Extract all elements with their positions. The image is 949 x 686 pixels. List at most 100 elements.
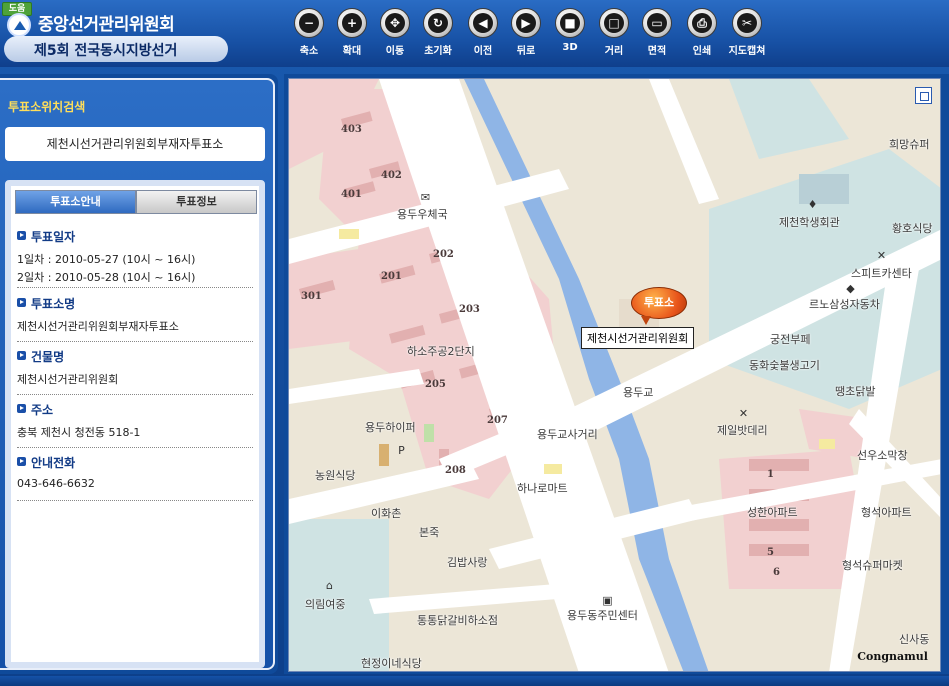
block-number: 203 — [459, 304, 480, 315]
toolbar-button-zoom-in[interactable]: + 확대 — [331, 8, 373, 57]
public-office-icon: ▣ — [602, 594, 613, 607]
zoom-out-icon: − — [294, 8, 324, 38]
block-number: 205 — [425, 379, 446, 390]
map-label: 용두동주민센터 — [567, 609, 638, 622]
zoom-in-icon: + — [337, 8, 367, 38]
forward-icon-glyph: ▶ — [516, 13, 536, 33]
map-label: 이화촌 — [371, 507, 402, 520]
map-label: 궁전부페 — [770, 333, 811, 346]
map-label: 형석아파트 — [861, 506, 912, 519]
zoom-out-icon-glyph: − — [299, 13, 319, 33]
map-overview-button[interactable] — [915, 87, 932, 104]
toolbar-button-label: 인쇄 — [692, 46, 712, 57]
map-label: 제천학생회관 — [779, 216, 840, 229]
reset-icon-glyph: ↻ — [428, 13, 448, 33]
bottom-bar — [0, 676, 949, 686]
section-address: 주소 충북 제천시 청전동 518-1 — [17, 401, 253, 440]
map-label: 김밥사랑 — [447, 556, 488, 569]
bullet-icon — [17, 404, 26, 413]
block-number: 403 — [341, 124, 362, 135]
section-title: 투표소명 — [17, 295, 253, 312]
toolbar-button-zoom-out[interactable]: − 축소 — [288, 8, 330, 57]
toolbar-button-label: 초기화 — [424, 46, 452, 57]
toolbar-button-back[interactable]: ◀ 이전 — [462, 8, 504, 57]
map-label: 용두하이퍼 — [365, 421, 416, 434]
parking-icon: P — [398, 444, 405, 457]
toolbar-button-move[interactable]: ✥ 이동 — [374, 8, 416, 57]
distance-icon-glyph: □ — [604, 13, 624, 33]
print-icon: ⎙ — [687, 8, 717, 38]
block-number: 301 — [301, 291, 322, 302]
toolbar-button-label: 거리 — [604, 46, 624, 57]
block-number: 201 — [381, 271, 402, 282]
map-label: 용두교 — [623, 386, 654, 399]
search-result-box[interactable]: 제천시선거관리위원회부재자투표소 — [5, 127, 265, 161]
divider — [17, 287, 253, 288]
3d-icon: ■ — [555, 8, 585, 38]
divider — [17, 341, 253, 342]
divider — [17, 500, 253, 501]
nec-logo-icon — [7, 13, 31, 37]
map-label: 본죽 — [419, 526, 440, 539]
section-value: 충북 제천시 청전동 518-1 — [17, 426, 141, 439]
section-value: 2일차 : 2010-05-28 (10시 ~ 16시) — [17, 271, 196, 284]
map-label: 동화숯불생고기 — [749, 359, 820, 372]
side-panel-inner: 투표소위치검색 제천시선거관리위원회부재자투표소 투표소안내 투표정보 투표일자… — [0, 78, 275, 670]
map-label: 제일밧데리 — [717, 424, 768, 437]
back-icon-glyph: ◀ — [473, 13, 493, 33]
zoom-in-icon-glyph: + — [342, 13, 362, 33]
map-label: 용두우체국 — [397, 208, 448, 221]
school-icon: ♦ — [807, 198, 818, 211]
map-label: 하소주공2단지 — [407, 345, 475, 358]
section-value: 043-646-6632 — [17, 477, 95, 490]
header: 도움 중앙선거관리위원회 제5회 전국동시지방선거 − 축소 + 확대 ✥ 이동 ↻ 초기화 ◀… — [0, 0, 949, 67]
block-number: 202 — [433, 249, 454, 260]
map-label: 스피트카센타 — [851, 267, 912, 280]
bullet-icon — [17, 351, 26, 360]
app-window: 도움 중앙선거관리위원회 제5회 전국동시지방선거 − 축소 + 확대 ✥ 이동 ↻ 초기화 ◀… — [0, 0, 949, 686]
forward-icon: ▶ — [511, 8, 541, 38]
map-background — [289, 79, 940, 671]
toolbar-button-distance[interactable]: □ 거리 — [593, 8, 635, 57]
tab-voting-info[interactable]: 투표정보 — [136, 190, 257, 214]
map-label: 황호식당 — [892, 222, 933, 235]
bullet-icon — [17, 298, 26, 307]
toolbar-button-print[interactable]: ⎙ 인쇄 — [681, 8, 723, 57]
toolbar-button-capture[interactable]: ✂ 지도캡쳐 — [726, 8, 768, 57]
toolbar-button-reset[interactable]: ↻ 초기화 — [417, 8, 459, 57]
map-label: 통통닭갈비하소점 — [417, 614, 498, 627]
map-canvas[interactable]: 403 402 401 301 201 202 203 205 207 208 … — [288, 78, 941, 672]
repair-shop-icon: ✕ — [738, 407, 749, 420]
toolbar-button-label: 축소 — [299, 46, 319, 57]
block-number: 208 — [445, 465, 466, 476]
3d-icon-glyph: ■ — [560, 13, 580, 33]
map-label: 르노삼성자동차 — [809, 298, 880, 311]
divider — [17, 394, 253, 395]
bullet-icon — [17, 457, 26, 466]
block-number: 402 — [381, 170, 402, 181]
marker-bubble: 투표소 — [631, 287, 687, 319]
toolbar-button-label: 이동 — [385, 46, 405, 57]
back-icon: ◀ — [468, 8, 498, 38]
toolbar-button-label: 지도캡쳐 — [728, 46, 766, 57]
tab-polling-guide[interactable]: 투표소안내 — [15, 190, 136, 214]
map-label: 땡초닭발 — [835, 385, 876, 398]
toolbar-button-label: 3D — [562, 42, 578, 53]
org-title: 중앙선거관리위원회 — [38, 15, 175, 35]
capture-icon: ✂ — [732, 8, 762, 38]
map-label: 의림여중 — [305, 598, 346, 611]
logo-area: 도움 중앙선거관리위원회 제5회 전국동시지방선거 — [0, 0, 280, 67]
toolbar-button-label: 확대 — [342, 46, 362, 57]
toolbar-button-forward[interactable]: ▶ 뒤로 — [505, 8, 547, 57]
toolbar-button-area[interactable]: ▭ 면적 — [636, 8, 678, 57]
block-number: 5 — [767, 547, 774, 558]
capture-icon-glyph: ✂ — [737, 13, 757, 33]
side-panel: 투표소위치검색 제천시선거관리위원회부재자투표소 투표소안내 투표정보 투표일자… — [0, 74, 278, 674]
map-label: 형석슈퍼마켓 — [842, 559, 903, 572]
toolbar-button-3d[interactable]: ■ 3D — [549, 8, 591, 53]
area-icon: ▭ — [642, 8, 672, 38]
section-phone: 안내전화 043-646-6632 — [17, 454, 253, 490]
map-label: 현정이네식당 — [361, 657, 422, 670]
toolbar-button-label: 뒤로 — [516, 46, 536, 57]
section-value: 1일차 : 2010-05-27 (10시 ~ 16시) — [17, 253, 196, 266]
